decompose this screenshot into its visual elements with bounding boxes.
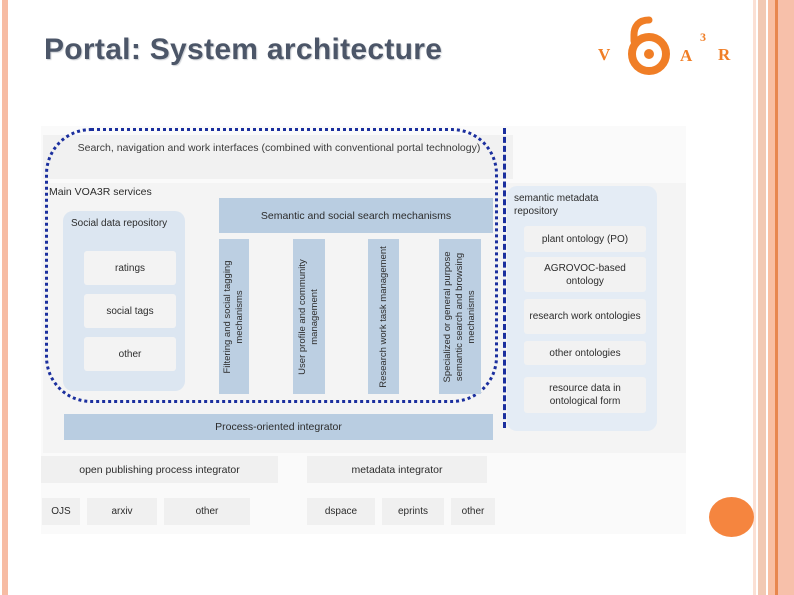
right-border-stripe-1 <box>753 0 756 595</box>
resource-data-ontological: resource data in ontological form <box>524 377 646 413</box>
source-dspace: dspace <box>307 498 375 525</box>
page-title: Portal: System architecture <box>44 33 443 66</box>
logo-letter-a: A <box>680 46 693 65</box>
metadata-integrator: metadata integrator <box>307 456 487 483</box>
social-item-social-tags: social tags <box>84 294 176 328</box>
semantic-social-search-band: Semantic and social search mechanisms <box>219 198 493 233</box>
service-column-user-profile-label: User profile and community management <box>297 258 320 375</box>
right-border-stripe-4 <box>768 0 775 595</box>
social-item-ratings: ratings <box>84 251 176 285</box>
source-other-left: other <box>164 498 250 525</box>
right-border-stripe-6 <box>778 0 794 595</box>
service-column-research-task: Research work task management <box>368 239 399 394</box>
source-arxiv: arxiv <box>87 498 157 525</box>
semantic-metadata-repository-header: semantic metadata repository <box>514 193 599 217</box>
voa3r-logo: V A 3 R <box>596 14 746 76</box>
decorative-orange-circle <box>709 497 754 537</box>
ontology-research-work: research work ontologies <box>524 299 646 334</box>
repository-divider <box>503 128 506 428</box>
open-publishing-process-integrator: open publishing process integrator <box>41 456 278 483</box>
system-architecture-diagram: Search, navigation and work interfaces (… <box>41 126 686 536</box>
ontology-plant: plant ontology (PO) <box>524 226 646 252</box>
ontology-other: other ontologies <box>524 341 646 365</box>
service-column-user-profile: User profile and community management <box>293 239 325 394</box>
semantic-metadata-repository: semantic metadata repository plant ontol… <box>507 186 657 431</box>
ontology-agrovoc: AGROVOC-based ontology <box>524 257 646 292</box>
service-column-filtering-label: Filtering and social tagging mechanisms <box>222 260 245 374</box>
open-access-padlock-icon <box>618 14 680 81</box>
logo-superscript-3: 3 <box>700 30 706 44</box>
service-column-semantic-search-label: Specialized or general purpose semantic … <box>442 251 477 382</box>
interface-band-label: Search, navigation and work interfaces (… <box>77 142 481 154</box>
logo-letter-r: R <box>718 45 731 64</box>
social-data-repository-header: Social data repository <box>71 218 168 229</box>
process-oriented-integrator: Process-oriented integrator <box>64 414 493 440</box>
service-column-filtering: Filtering and social tagging mechanisms <box>219 239 249 394</box>
social-item-other: other <box>84 337 176 371</box>
right-border-stripe-2 <box>758 0 766 595</box>
service-column-semantic-search: Specialized or general purpose semantic … <box>439 239 481 394</box>
main-services-label: Main VOA3R services <box>49 186 152 198</box>
social-data-repository: Social data repository ratings social ta… <box>63 211 185 391</box>
source-eprints: eprints <box>382 498 444 525</box>
source-other-right: other <box>451 498 495 525</box>
interface-band: Search, navigation and work interfaces (… <box>43 135 513 179</box>
left-border-stripe <box>2 0 8 595</box>
service-column-research-task-label: Research work task management <box>377 245 389 388</box>
logo-letter-v: V <box>598 45 611 64</box>
source-ojs: OJS <box>42 498 80 525</box>
